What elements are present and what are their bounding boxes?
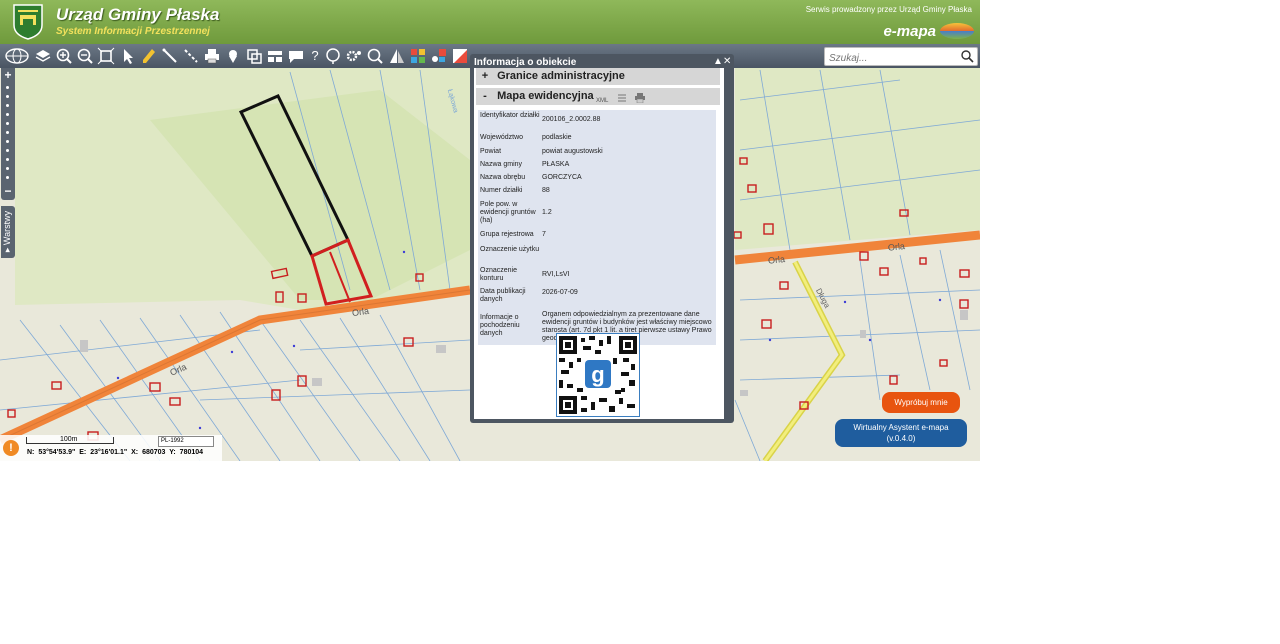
warning-icon[interactable]: ! bbox=[3, 440, 19, 456]
zoom-in-icon[interactable] bbox=[55, 47, 73, 65]
layers-tab[interactable]: ▸ Warstwy bbox=[1, 206, 15, 258]
copy-icon[interactable] bbox=[245, 47, 263, 65]
zoom-in-button[interactable]: + bbox=[1, 68, 15, 82]
print-icon[interactable] bbox=[203, 47, 221, 65]
share-icon[interactable] bbox=[430, 47, 448, 65]
zoom-extent-icon[interactable] bbox=[97, 47, 115, 65]
search-box bbox=[824, 47, 978, 67]
coat-of-arms-icon bbox=[13, 4, 43, 40]
coordinates-readout: N: 53°54'53.9" E: 23°16'01.1" X: 680703 … bbox=[27, 449, 204, 456]
route-icon[interactable] bbox=[324, 47, 342, 65]
provider-text: Serwis prowadzony przez Urząd Gminy Płas… bbox=[805, 5, 972, 14]
assistant-title: Wirtualny Asystent e-mapa bbox=[853, 423, 949, 432]
comment-icon[interactable] bbox=[287, 47, 305, 65]
section-tools: XML bbox=[596, 91, 646, 110]
dialog-title: Informacja o obiekcie bbox=[474, 57, 577, 68]
table-row: Województwo podlaskie bbox=[480, 134, 572, 141]
collapse-icon[interactable]: - bbox=[476, 88, 494, 105]
xml-icon[interactable]: XML bbox=[596, 98, 608, 104]
section-label: Granice administracyjne bbox=[497, 70, 625, 82]
table-row: Nazwa obrębu GORCZYCA bbox=[480, 174, 582, 181]
minimize-icon[interactable]: ▲ bbox=[713, 56, 723, 67]
dialog-body: + Granice administracyjne - Mapa ewidenc… bbox=[474, 68, 724, 419]
svg-text:g: g bbox=[591, 362, 604, 387]
perspective-icon[interactable] bbox=[388, 47, 406, 65]
page-subtitle: System Informacji Przestrzennej bbox=[56, 26, 210, 37]
print-icon[interactable] bbox=[634, 93, 646, 104]
help-icon[interactable]: ? bbox=[306, 47, 324, 65]
measure-area-icon[interactable] bbox=[182, 47, 200, 65]
table-row: Oznaczenie użytku bbox=[480, 246, 540, 253]
brand-name[interactable]: e-mapa bbox=[883, 23, 936, 40]
table-icon[interactable] bbox=[266, 47, 284, 65]
table-row: Nazwa gminy PŁASKA bbox=[480, 161, 570, 168]
zoom-out-icon[interactable] bbox=[76, 47, 94, 65]
search-map-icon[interactable] bbox=[366, 47, 384, 65]
settings-icon[interactable] bbox=[345, 47, 363, 65]
table-row: Pole pow. w ewidencji gruntów (ha) 1.2 bbox=[480, 201, 552, 224]
layers-tab-label: ▸ Warstwy bbox=[2, 210, 13, 253]
emapa-logo-icon[interactable] bbox=[940, 23, 974, 39]
road-label: Orla bbox=[768, 254, 786, 266]
close-icon[interactable]: ✕ bbox=[723, 56, 731, 67]
zoom-slider[interactable]: + − bbox=[1, 68, 15, 200]
measure-line-icon[interactable] bbox=[161, 47, 179, 65]
scale-label: 100m bbox=[60, 436, 78, 443]
table-row: Numer działki 88 bbox=[480, 187, 550, 194]
try-me-button[interactable]: Wypróbuj mnie bbox=[882, 392, 960, 413]
road-label: Orla bbox=[887, 241, 905, 253]
search-icon[interactable] bbox=[960, 49, 974, 63]
table-row: Powiat powiat augustowski bbox=[480, 148, 603, 155]
list-icon[interactable] bbox=[617, 93, 627, 103]
apps-icon[interactable] bbox=[409, 47, 427, 65]
search-input[interactable] bbox=[825, 50, 961, 67]
expand-icon[interactable]: + bbox=[476, 68, 494, 85]
zoom-out-button[interactable]: − bbox=[1, 184, 15, 198]
table-row: Oznaczenie konturu RVI,LsVI bbox=[480, 267, 570, 282]
attribute-table: Identyfikator działki 200106_2.0002.88 Wo… bbox=[478, 110, 716, 345]
section-label: Mapa ewidencyjna bbox=[497, 90, 594, 102]
pointer-icon[interactable] bbox=[119, 47, 137, 65]
assistant-version: (v.0.4.0) bbox=[886, 434, 916, 443]
app-header: Urząd Gminy Płaska System Informacji Prz… bbox=[0, 0, 980, 44]
section-admin-boundaries[interactable]: + Granice administracyjne bbox=[476, 68, 720, 85]
crs-select[interactable]: PL-1992 bbox=[158, 436, 214, 447]
object-info-dialog: Informacja o obiekcie ▲ ✕ + Granice admi… bbox=[470, 54, 734, 423]
pin-icon[interactable] bbox=[224, 47, 242, 65]
layers-icon[interactable] bbox=[34, 47, 52, 65]
eraser-icon[interactable] bbox=[451, 47, 469, 65]
pencil-icon[interactable] bbox=[140, 47, 158, 65]
table-row: Identyfikator działki 200106_2.0002.88 bbox=[480, 112, 601, 123]
section-cadastral-map[interactable]: - Mapa ewidencyjna XML bbox=[476, 88, 720, 105]
table-row: Grupa rejestrowa 7 bbox=[480, 231, 546, 238]
virtual-assistant-button[interactable]: Wirtualny Asystent e-mapa (v.0.4.0) bbox=[835, 419, 967, 447]
page-title: Urząd Gminy Płaska bbox=[56, 5, 220, 24]
qr-code: g bbox=[556, 333, 640, 417]
table-row: Data publikacji danych 2026-07-09 bbox=[480, 288, 578, 303]
app-window: Orla Orla Orla Orla Długa Łąkowa Urząd G… bbox=[0, 0, 980, 461]
globe-icon[interactable] bbox=[4, 47, 30, 65]
